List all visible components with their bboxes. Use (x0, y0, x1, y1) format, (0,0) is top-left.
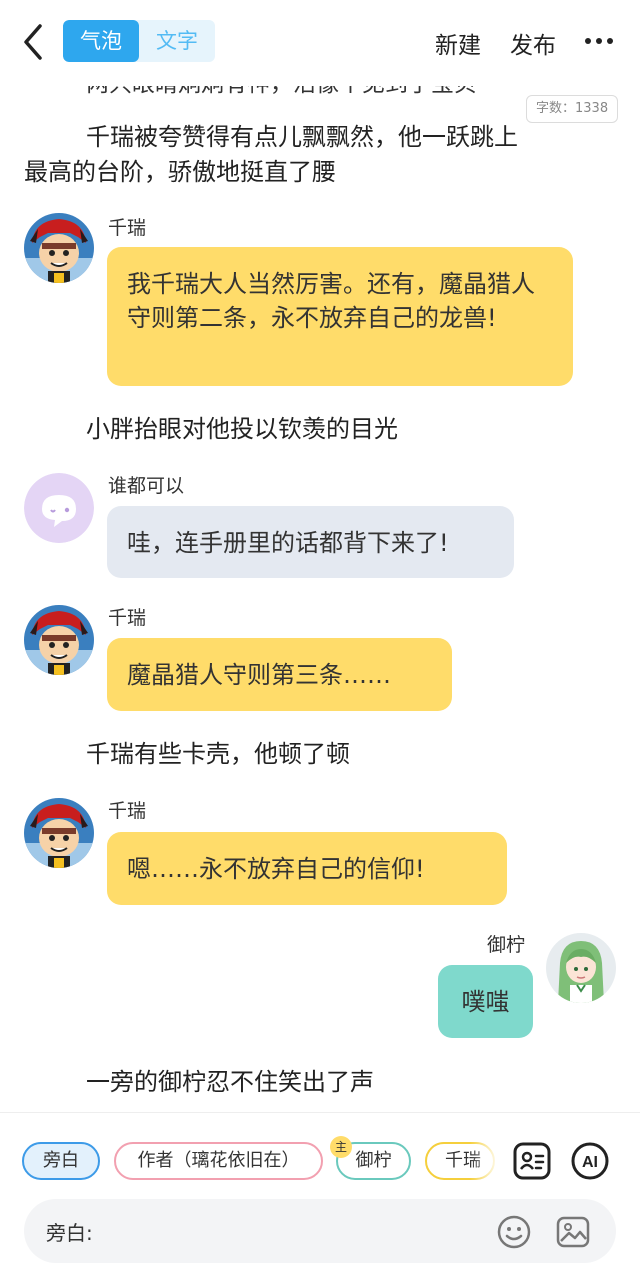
insert-image-button[interactable] (554, 1213, 592, 1251)
input-role-label: 旁白: (46, 1221, 93, 1245)
msg-3-bubble[interactable]: 魔晶猎人守则第三条…… (107, 638, 452, 711)
story-content[interactable]: 两只眼睛炯炯有神，活像个见到了宝贝 字数：1338 千瑞被夸赞得有点儿飘飘然，他… (0, 0, 640, 1112)
contacts-card-icon (513, 1142, 551, 1180)
message-input-bar: 旁白: (24, 1199, 616, 1263)
narration-2[interactable]: 小胖抬眼对他投以钦羡的目光 (86, 412, 398, 446)
role-chip-author[interactable]: 作者（璃花依旧在） (114, 1142, 323, 1180)
msg-4-bubble[interactable]: 嗯……永不放弃自己的信仰! (107, 832, 507, 905)
more-options-icon[interactable] (585, 38, 615, 46)
yuning-avatar[interactable] (546, 933, 616, 1003)
new-button[interactable]: 新建 (435, 26, 481, 60)
chevron-left-icon (24, 24, 42, 60)
main-character-badge: 主 (330, 1136, 352, 1158)
narration-1-line-2[interactable]: 最高的台阶，骄傲地挺直了腰 (24, 155, 336, 189)
anyone-avatar[interactable] (24, 473, 94, 543)
image-icon (556, 1216, 590, 1248)
word-count-value: 1338 (575, 101, 609, 116)
mode-toggle: 文字 气泡 (63, 20, 215, 62)
msg-5-bubble[interactable]: 噗嗤 (438, 965, 533, 1038)
narration-1-line-1[interactable]: 千瑞被夸赞得有点儿飘飘然，他一跃跳上 (86, 120, 518, 154)
ai-icon: AI (571, 1142, 609, 1180)
chip-fade-overlay (470, 1139, 500, 1183)
role-chip-narrator[interactable]: 旁白 (22, 1142, 100, 1180)
mode-bubble-tab[interactable]: 气泡 (63, 20, 139, 62)
narration-3[interactable]: 千瑞有些卡壳，他顿了顿 (86, 737, 350, 771)
emoji-button[interactable] (495, 1213, 533, 1251)
msg-2-bubble[interactable]: 哇，连手册里的话都背下来了! (107, 506, 514, 578)
msg-1-bubble[interactable]: 我千瑞大人当然厉害。还有，魔晶猎人守则第二条，永不放弃自己的龙兽! (107, 247, 573, 386)
role-list-button[interactable] (512, 1141, 552, 1181)
qianrui-avatar[interactable] (24, 798, 94, 868)
qianrui-avatar[interactable] (24, 605, 94, 675)
msg-3-sender: 千瑞 (108, 607, 147, 629)
msg-1-sender: 千瑞 (108, 217, 147, 239)
back-button[interactable] (18, 22, 48, 62)
publish-button[interactable]: 发布 (510, 26, 556, 60)
qianrui-avatar[interactable] (24, 213, 94, 283)
word-count-label: 字数： (536, 101, 576, 116)
mode-text-tab[interactable]: 文字 (139, 20, 215, 62)
smile-icon (497, 1215, 531, 1249)
ai-label: AI (582, 1154, 598, 1171)
composer-bar: 旁白 作者（璃花依旧在） 御柠 千瑞 AI 旁白: (0, 1112, 640, 1273)
msg-5-sender: 御柠 (487, 934, 526, 956)
message-input[interactable] (104, 1213, 484, 1249)
msg-2-sender: 谁都可以 (108, 475, 185, 497)
msg-4-sender: 千瑞 (108, 800, 147, 822)
ai-button[interactable]: AI (570, 1141, 610, 1181)
top-bar: 文字 气泡 新建 发布 (0, 0, 640, 86)
word-count-badge: 字数：1338 (526, 95, 619, 123)
narration-4[interactable]: 一旁的御柠忍不住笑出了声 (86, 1065, 374, 1099)
